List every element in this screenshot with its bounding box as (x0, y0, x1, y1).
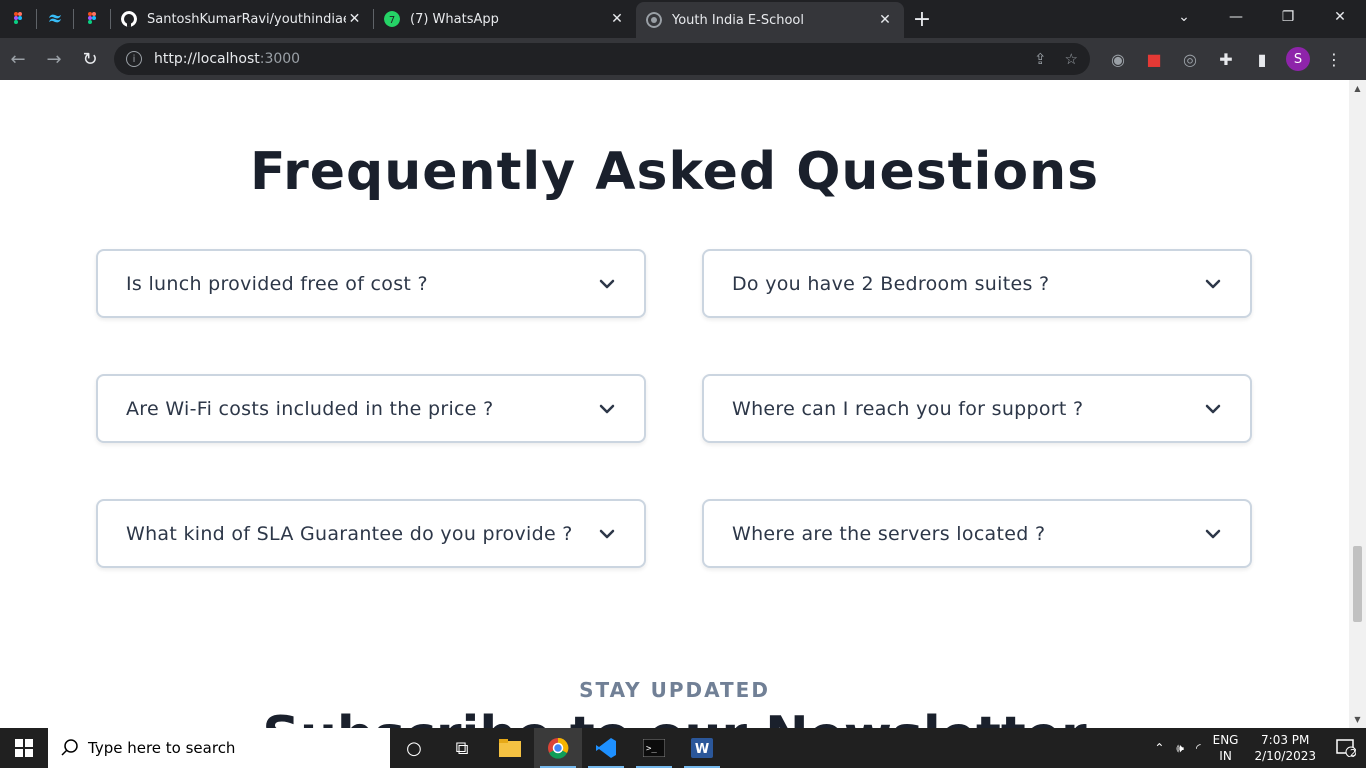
back-icon[interactable]: ← (0, 41, 36, 77)
profile-button[interactable]: S (1280, 41, 1316, 77)
restore-button[interactable]: ❐ (1262, 9, 1314, 25)
close-icon[interactable]: ✕ (346, 11, 363, 27)
menu-kebab-icon[interactable]: ⋮ (1316, 41, 1352, 77)
extension-red-icon[interactable]: ■ (1136, 41, 1172, 77)
pinned-tab-figma-1[interactable] (0, 0, 36, 38)
figma-icon (88, 12, 96, 24)
whatsapp-icon: 7 (384, 11, 400, 27)
address-bar[interactable]: i http://localhost:3000 ⇪ ☆ (114, 43, 1090, 75)
bookmark-star-icon[interactable]: ☆ (1065, 50, 1078, 68)
language-indicator[interactable]: ENG IN (1207, 732, 1245, 764)
chevron-down-icon[interactable] (598, 525, 616, 543)
browser-toolbar: ← → ↻ i http://localhost:3000 ⇪ ☆ ◉ ■ ◎ … (0, 38, 1366, 80)
pinned-tab-tailwind[interactable] (37, 0, 73, 38)
extensions-puzzle-icon[interactable]: ✚ (1208, 41, 1244, 77)
notification-count: 2 (1349, 747, 1357, 759)
page-scrollbar[interactable]: ▲ ▼ (1349, 80, 1366, 728)
site-info-icon[interactable]: i (126, 51, 142, 67)
faq-title: Frequently Asked Questions (249, 142, 1100, 202)
file-explorer-icon[interactable] (486, 728, 534, 768)
faq-item[interactable]: Is lunch provided free of cost ? (96, 249, 646, 318)
terminal-taskbar-icon[interactable]: >_ (630, 728, 678, 768)
task-view-icon[interactable]: ⧉ (438, 728, 486, 768)
browser-tab-bar: SantoshKumarRavi/youthindiaes ✕ 7 (7) Wh… (0, 0, 1366, 38)
github-icon (121, 11, 137, 27)
language-code: ENG (1212, 733, 1239, 747)
figma-icon (14, 12, 22, 24)
faq-item[interactable]: Are Wi-Fi costs included in the price ? (96, 374, 646, 443)
tailwind-icon (49, 14, 61, 23)
search-icon (61, 739, 78, 756)
tab-search-icon[interactable]: ⌄ (1158, 9, 1210, 25)
chevron-down-icon[interactable] (1204, 400, 1222, 418)
close-icon[interactable]: ✕ (876, 12, 894, 28)
newsletter-eyebrow: STAY UPDATED (579, 678, 770, 702)
chrome-taskbar-icon[interactable] (534, 728, 582, 768)
tab-youth-india-eschool[interactable]: Youth India E-School ✕ (636, 2, 904, 38)
notification-center-icon[interactable]: 2 (1326, 728, 1366, 768)
svg-text:7: 7 (389, 15, 395, 26)
faq-question: Do you have 2 Bedroom suites ? (732, 272, 1050, 295)
close-window-button[interactable]: ✕ (1314, 9, 1366, 25)
windows-logo-icon (15, 739, 33, 757)
clock[interactable]: 7:03 PM 2/10/2023 (1244, 732, 1326, 764)
faq-item[interactable]: Where are the servers located ? (702, 499, 1252, 568)
volume-icon[interactable]: 🕪 (1170, 741, 1190, 756)
chevron-down-icon[interactable] (598, 400, 616, 418)
vscode-taskbar-icon[interactable] (582, 728, 630, 768)
faq-question: Are Wi-Fi costs included in the price ? (126, 397, 494, 420)
faq-item[interactable]: Do you have 2 Bedroom suites ? (702, 249, 1252, 318)
forward-icon[interactable]: → (36, 41, 72, 77)
share-icon[interactable]: ⇪ (1034, 50, 1047, 68)
tab-whatsapp[interactable]: 7 (7) WhatsApp ✕ (374, 0, 636, 38)
url-port: :3000 (259, 51, 301, 67)
reload-icon[interactable]: ↻ (72, 41, 108, 77)
svg-text:>_: >_ (646, 744, 657, 754)
new-tab-button[interactable]: + (904, 0, 940, 38)
side-panel-icon[interactable]: ▮ (1244, 41, 1280, 77)
taskbar-search-box[interactable]: Type here to search (48, 728, 390, 768)
tab-github[interactable]: SantoshKumarRavi/youthindiaes ✕ (111, 0, 373, 38)
search-placeholder: Type here to search (88, 739, 236, 757)
extension-target-icon[interactable]: ◎ (1172, 41, 1208, 77)
chevron-down-icon[interactable] (1204, 275, 1222, 293)
scroll-down-arrow-icon[interactable]: ▼ (1349, 711, 1366, 728)
scrollbar-thumb[interactable] (1353, 546, 1362, 622)
faq-item[interactable]: What kind of SLA Guarantee do you provid… (96, 499, 646, 568)
faq-question: Where can I reach you for support ? (732, 397, 1084, 420)
pinned-tab-figma-2[interactable] (74, 0, 110, 38)
globe-icon (646, 12, 662, 28)
windows-taskbar: Type here to search ○ ⧉ >_ W ⌃ 🕪 ◜ ENG I… (0, 728, 1366, 768)
minimize-button[interactable]: — (1210, 9, 1262, 25)
avatar: S (1286, 47, 1310, 71)
clock-time: 7:03 PM (1261, 733, 1310, 747)
newsletter-heading: Subscribe to our Newsletter (0, 706, 1349, 728)
scroll-up-arrow-icon[interactable]: ▲ (1349, 80, 1366, 97)
faq-question: What kind of SLA Guarantee do you provid… (126, 522, 573, 545)
tab-title: (7) WhatsApp (410, 11, 499, 27)
cortana-icon[interactable]: ○ (390, 728, 438, 768)
extension-eyes-icon[interactable]: ◉ (1100, 41, 1136, 77)
page-viewport: Frequently Asked Questions Is lunch prov… (0, 80, 1366, 728)
faq-item[interactable]: Where can I reach you for support ? (702, 374, 1252, 443)
faq-question: Where are the servers located ? (732, 522, 1046, 545)
close-icon[interactable]: ✕ (608, 11, 626, 27)
tray-overflow-icon[interactable]: ⌃ (1148, 741, 1170, 755)
word-taskbar-icon[interactable]: W (678, 728, 726, 768)
windows-start-button[interactable] (0, 728, 48, 768)
tab-title: Youth India E-School (672, 12, 804, 28)
url-host: http://localhost (154, 51, 260, 67)
window-controls: ⌄ — ❐ ✕ (1158, 0, 1366, 34)
region-code: IN (1219, 749, 1232, 763)
clock-date: 2/10/2023 (1254, 749, 1316, 763)
svg-text:W: W (695, 742, 709, 757)
chevron-down-icon[interactable] (598, 275, 616, 293)
tab-title: SantoshKumarRavi/youthindiaes (147, 11, 346, 27)
network-icon[interactable]: ◜ (1190, 741, 1207, 755)
system-tray: ⌃ 🕪 ◜ ENG IN 7:03 PM 2/10/2023 2 (1148, 728, 1366, 768)
faq-question: Is lunch provided free of cost ? (126, 272, 428, 295)
chevron-down-icon[interactable] (1204, 525, 1222, 543)
